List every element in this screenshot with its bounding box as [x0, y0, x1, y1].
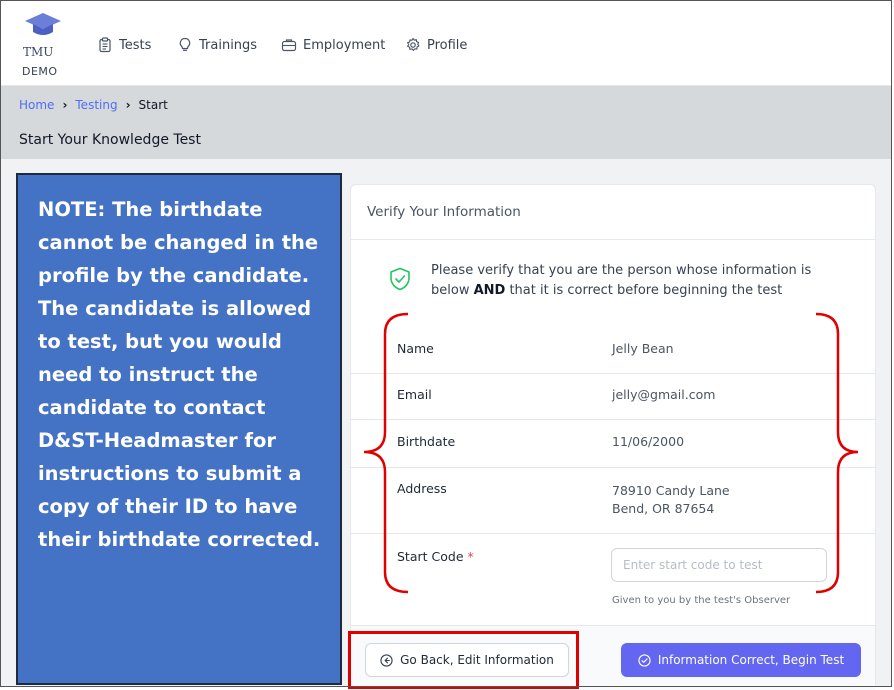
breadcrumb-testing[interactable]: Testing [75, 98, 117, 112]
address-label: Address [397, 481, 447, 496]
birthdate-label: Birthdate [397, 434, 456, 449]
breadcrumb: Home › Testing › Start [19, 98, 168, 112]
begin-test-button[interactable]: Information Correct, Begin Test [621, 643, 861, 677]
card-title: Verify Your Information [367, 204, 521, 220]
lightbulb-icon [179, 37, 191, 51]
start-code-label: Start Code * [397, 549, 474, 564]
breadcrumb-separator: › [125, 98, 131, 112]
info-row-name: Name Jelly Bean [351, 325, 875, 374]
nav-profile-label: Profile [427, 37, 468, 53]
verify-message: Please verify that you are the person wh… [431, 261, 849, 301]
name-value: Jelly Bean [612, 341, 674, 356]
graduation-cap-icon [25, 13, 61, 35]
card-header: Verify Your Information [351, 185, 875, 240]
address-line2: Bend, OR 87654 [612, 501, 715, 516]
breadcrumb-home[interactable]: Home [19, 98, 54, 112]
nav-trainings[interactable]: Trainings [177, 37, 257, 53]
nav-tests-label: Tests [119, 37, 152, 53]
breadcrumb-current: Start [138, 98, 168, 112]
birthdate-value: 11/06/2000 [612, 434, 685, 449]
breadcrumb-separator: › [62, 98, 68, 112]
nav-profile[interactable]: Profile [405, 37, 467, 53]
begin-test-label: Information Correct, Begin Test [657, 653, 845, 667]
info-row-birthdate: Birthdate 11/06/2000 [351, 419, 875, 468]
logo-subtext: DEMO [22, 65, 58, 78]
top-navigation: TMU DEMO Tests Trainings Employment Prof… [1, 1, 892, 86]
shield-check-icon [390, 267, 410, 291]
info-row-email: Email jelly@gmail.com [351, 373, 875, 420]
nav-employment-label: Employment [303, 37, 386, 53]
highlight-box [348, 631, 579, 689]
email-value: jelly@gmail.com [612, 387, 716, 402]
verify-card: Verify Your Information Please verify th… [350, 184, 876, 690]
logo-text: TMU [23, 45, 54, 59]
start-code-input[interactable] [611, 548, 827, 582]
check-circle-icon [638, 653, 651, 667]
briefcase-icon [281, 39, 297, 52]
email-label: Email [397, 387, 432, 402]
start-code-hint: Given to you by the test's Observer [612, 595, 791, 606]
nav-trainings-label: Trainings [199, 37, 258, 53]
info-row-address: Address 78910 Candy Lane Bend, OR 87654 [351, 467, 875, 534]
page-title: Start Your Knowledge Test [19, 132, 201, 148]
nav-tests[interactable]: Tests [97, 37, 151, 53]
verify-text-after: that it is correct before beginning the … [505, 283, 783, 298]
nav-employment[interactable]: Employment [281, 37, 385, 53]
start-code-label-text: Start Code [397, 549, 464, 564]
gear-icon [407, 37, 420, 51]
address-line1: 78910 Candy Lane [612, 483, 730, 498]
page-header: Home › Testing › Start Start Your Knowle… [1, 86, 892, 159]
required-mark: * [467, 549, 474, 564]
clipboard-icon [99, 37, 111, 53]
note-callout: NOTE: The birthdate cannot be changed in… [16, 173, 342, 685]
verify-text-bold: AND [473, 283, 506, 298]
name-label: Name [397, 341, 434, 356]
